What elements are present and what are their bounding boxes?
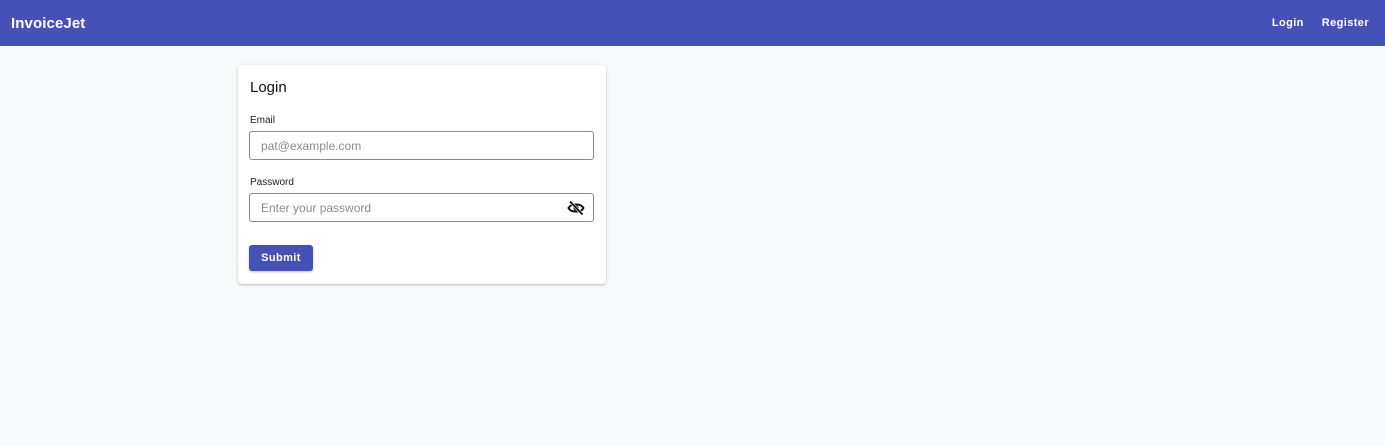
email-field-box <box>249 131 594 160</box>
top-app-bar: InvoiceJet Login Register <box>0 0 1385 46</box>
password-label: Password <box>250 177 294 188</box>
email-label: Email <box>250 115 276 126</box>
top-nav: Login Register <box>1269 13 1372 33</box>
login-card: Login Email Password Submit <box>238 65 606 284</box>
email-input[interactable] <box>250 132 593 159</box>
brand-logo-text[interactable]: InvoiceJet <box>11 15 85 32</box>
password-input[interactable] <box>250 194 593 221</box>
submit-button[interactable]: Submit <box>249 245 313 271</box>
nav-login-link[interactable]: Login <box>1269 13 1307 33</box>
password-field-box <box>249 193 594 222</box>
login-title: Login <box>250 79 287 96</box>
eye-off-icon[interactable] <box>567 200 585 216</box>
nav-register-link[interactable]: Register <box>1319 13 1372 33</box>
